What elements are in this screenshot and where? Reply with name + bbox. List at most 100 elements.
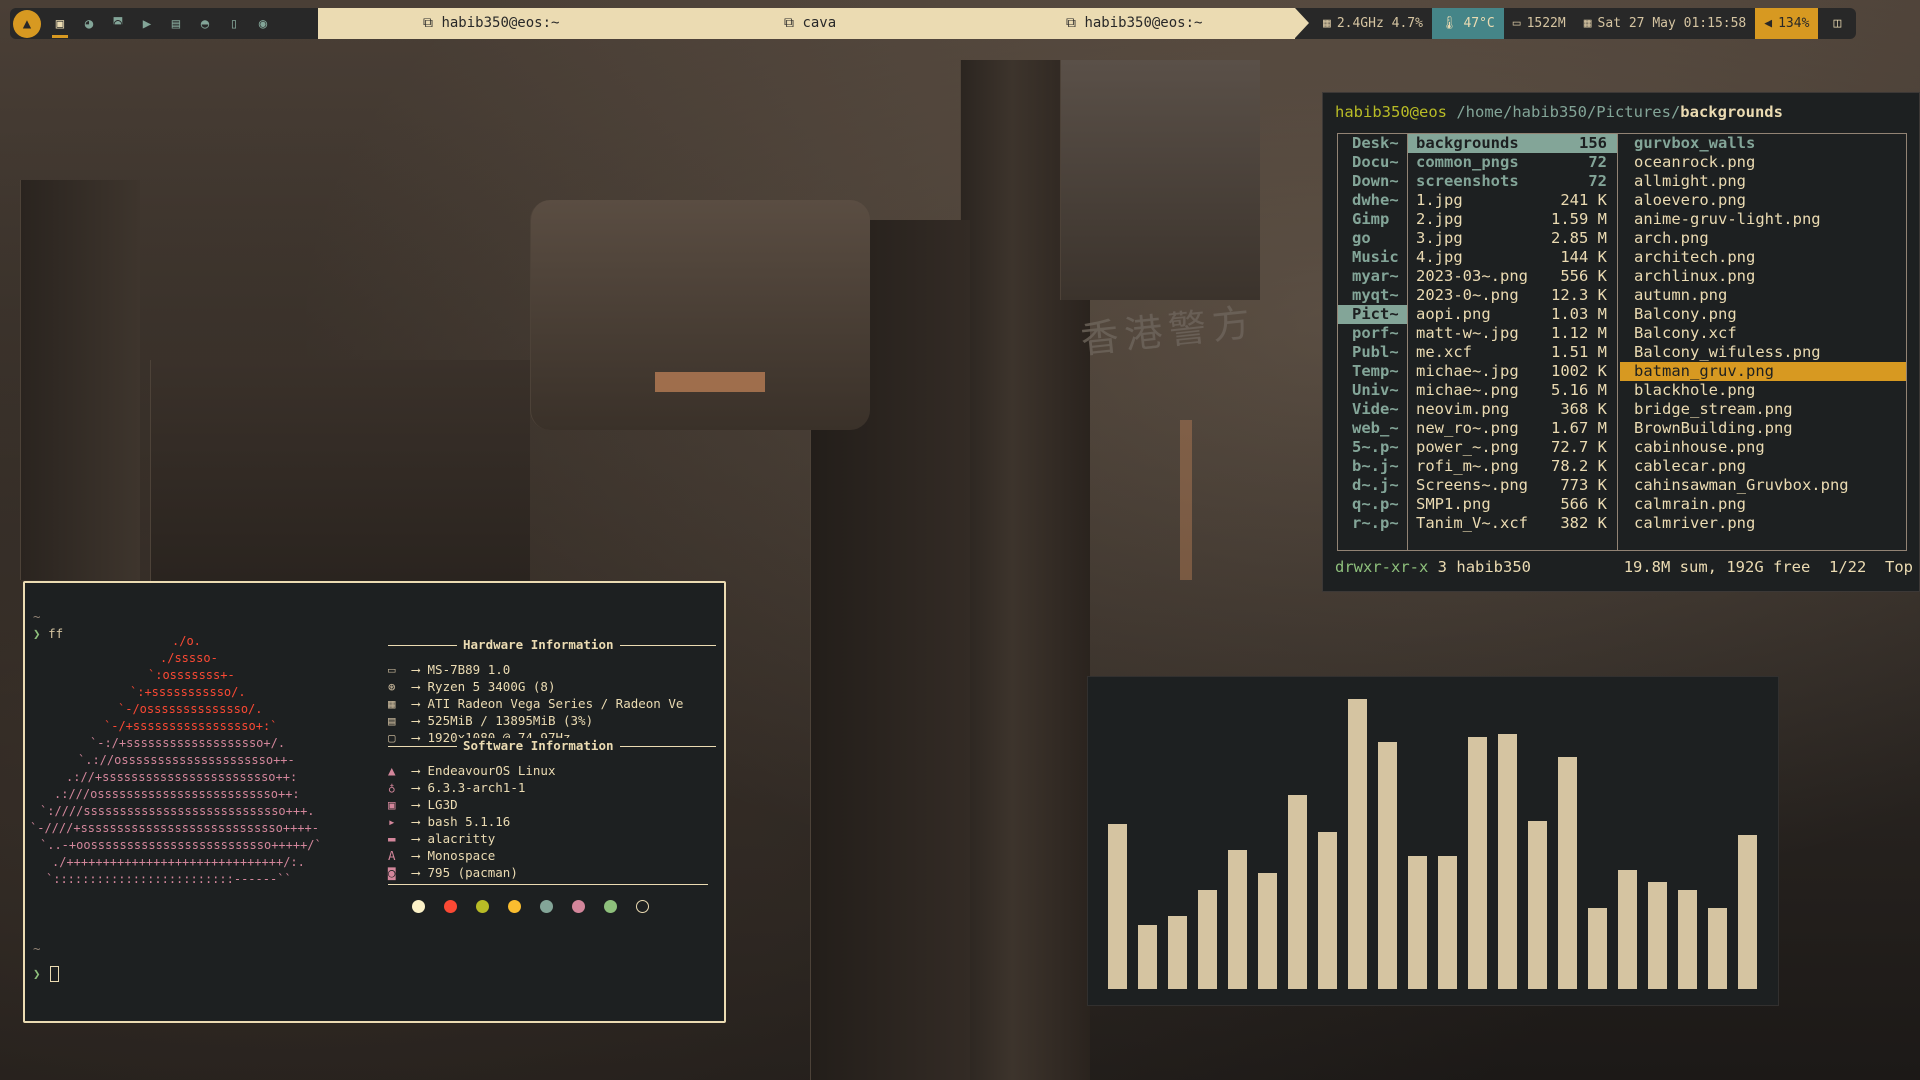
preview-entry[interactable]: BrownBuilding.png (1620, 419, 1906, 438)
status-right: 19.8M sum, 192G free 1/22 Top (1624, 558, 1913, 576)
audio-bar (1138, 925, 1157, 989)
parent-entry[interactable]: Down~ (1338, 172, 1407, 191)
preview-entry[interactable]: oceanrock.png (1620, 153, 1906, 172)
file-entry[interactable]: rofi_m~.png 78.2 K (1408, 457, 1617, 476)
file-entry[interactable]: screenshots 72 (1408, 172, 1617, 191)
file-entry[interactable]: aopi.png 1.03 M (1408, 305, 1617, 324)
preview-entry[interactable]: archlinux.png (1620, 267, 1906, 286)
parent-entry[interactable]: myar~ (1338, 267, 1407, 286)
preview-entry[interactable]: aloevero.png (1620, 191, 1906, 210)
parent-entry[interactable]: r~.p~ (1338, 514, 1407, 533)
display-manager-icon: ▣ (388, 797, 396, 812)
preview-entry[interactable]: batman_gruv.png (1620, 362, 1906, 381)
file-name: backgrounds (1416, 134, 1519, 152)
audio-bar (1288, 795, 1307, 989)
parent-entry[interactable]: Gimp (1338, 210, 1407, 229)
wallpaper-lights (1180, 420, 1192, 580)
parent-entry[interactable]: Pict~ (1338, 305, 1407, 324)
file-entry[interactable]: backgrounds 156 (1408, 134, 1617, 153)
parent-entry[interactable]: d~.j~ (1338, 476, 1407, 495)
parent-entry[interactable]: Publ~ (1338, 343, 1407, 362)
audio-bar (1528, 821, 1547, 989)
terminal-window[interactable]: ~ ❯ ff ./o. ./sssso- `:osssssss+- `:+ssssss… (23, 581, 726, 1023)
parent-entry[interactable]: Temp~ (1338, 362, 1407, 381)
file-manager-window[interactable]: habib350@eos /home/habib350/Pictures/bac… (1322, 92, 1920, 592)
file-entry[interactable]: 2023-0~.png 12.3 K (1408, 286, 1617, 305)
file-entry[interactable]: Screens~.png 773 K (1408, 476, 1617, 495)
layout-icon[interactable]: ◫ (1818, 8, 1857, 39)
parent-entry[interactable]: Univ~ (1338, 381, 1407, 400)
preview-entry[interactable]: cabinhouse.png (1620, 438, 1906, 457)
file-entry[interactable]: 2.jpg 1.59 M (1408, 210, 1617, 229)
preview-entry[interactable]: blackhole.png (1620, 381, 1906, 400)
parent-entry[interactable]: Docu~ (1338, 153, 1407, 172)
audio-bars (1108, 693, 1758, 989)
cava-visualizer-window[interactable] (1087, 676, 1779, 1006)
parent-entry[interactable]: b~.j~ (1338, 457, 1407, 476)
parent-entry[interactable]: myqt~ (1338, 286, 1407, 305)
window-tab-cava[interactable]: ⧉ cava (784, 15, 836, 31)
parent-entry[interactable]: dwhe~ (1338, 191, 1407, 210)
preview-entry[interactable]: Balcony.xcf (1620, 324, 1906, 343)
youtube-icon[interactable]: ▶ (137, 12, 157, 36)
terminal-icon[interactable]: ▣ (50, 12, 70, 38)
file-entry[interactable]: matt-w~.jpg 1.12 M (1408, 324, 1617, 343)
file-entry[interactable]: power_~.png 72.7 K (1408, 438, 1617, 457)
parent-entry[interactable]: web_~ (1338, 419, 1407, 438)
preview-entry[interactable]: gurvbox_walls (1620, 134, 1906, 153)
steam-icon[interactable]: ◉ (253, 12, 273, 36)
parent-entry[interactable]: go (1338, 229, 1407, 248)
preview-entry[interactable]: cahinsawman_Gruvbox.png (1620, 476, 1906, 495)
file-entry[interactable]: me.xcf 1.51 M (1408, 343, 1617, 362)
parent-entry[interactable]: Desk~ (1338, 134, 1407, 153)
file-entry[interactable]: 1.jpg 241 K (1408, 191, 1617, 210)
info-row: ⊛ ⟶ Ryzen 5 3400G (8) (388, 679, 555, 694)
preview-entry[interactable]: architech.png (1620, 248, 1906, 267)
cpu-module[interactable]: ▦ 2.4GHz 4.7% (1295, 8, 1432, 39)
file-entry[interactable]: 4.jpg 144 K (1408, 248, 1617, 267)
chat-icon[interactable]: ▤ (166, 12, 186, 36)
preview-entry[interactable]: cablecar.png (1620, 457, 1906, 476)
parent-entry[interactable]: q~.p~ (1338, 495, 1407, 514)
parent-entry[interactable]: 5~.p~ (1338, 438, 1407, 457)
clock-module[interactable]: ▦ Sat 27 May 01:15:58 (1574, 8, 1756, 39)
discord-icon[interactable]: ◚ (108, 12, 128, 36)
file-entry[interactable]: common_pngs 72 (1408, 153, 1617, 172)
temperature-value: 47°C (1463, 16, 1495, 31)
preview-entry[interactable]: calmriver.png (1620, 514, 1906, 533)
edge-icon[interactable]: ◓ (195, 12, 215, 36)
wallpaper-building (1060, 60, 1260, 300)
parent-entry[interactable]: Music (1338, 248, 1407, 267)
info-value: 6.3.3-arch1-1 (427, 780, 526, 795)
file-entry[interactable]: new_ro~.png 1.67 M (1408, 419, 1617, 438)
memory-module[interactable]: ▭ 1522M (1503, 8, 1575, 39)
window-icon: ⧉ (423, 15, 433, 31)
file-entry[interactable]: SMP1.png 566 K (1408, 495, 1617, 514)
window-tab-terminal-2[interactable]: ⧉ habib350@eos:~ (1066, 15, 1202, 31)
file-entry[interactable]: michae~.png 5.16 M (1408, 381, 1617, 400)
file-entry[interactable]: 3.jpg 2.85 M (1408, 229, 1617, 248)
file-entry[interactable]: 2023-03~.png 556 K (1408, 267, 1617, 286)
launcher-icon[interactable]: ▲ (13, 9, 41, 38)
file-entry[interactable]: neovim.png 368 K (1408, 400, 1617, 419)
file-entry[interactable]: michae~.jpg 1002 K (1408, 362, 1617, 381)
preview-entry[interactable]: autumn.png (1620, 286, 1906, 305)
parent-entry[interactable]: porf~ (1338, 324, 1407, 343)
memory-value: 1522M (1526, 16, 1566, 31)
preview-entry[interactable]: Balcony.png (1620, 305, 1906, 324)
window-tab-terminal-1[interactable]: ⧉ habib350@eos:~ (423, 15, 559, 31)
parent-entry[interactable]: Vide~ (1338, 400, 1407, 419)
preview-entry[interactable]: Balcony_wifuless.png (1620, 343, 1906, 362)
file-entry[interactable]: Tanim_V~.xcf 382 K (1408, 514, 1617, 533)
preview-entry[interactable]: arch.png (1620, 229, 1906, 248)
preview-entry[interactable]: calmrain.png (1620, 495, 1906, 514)
file-name: Tanim_V~.xcf (1416, 514, 1528, 532)
temperature-module[interactable]: 🌡︎ 47°C (1431, 8, 1504, 39)
info-value: MS-7B89 1.0 (427, 662, 511, 677)
preview-entry[interactable]: allmight.png (1620, 172, 1906, 191)
firefox-icon[interactable]: ◕ (79, 12, 99, 36)
preview-entry[interactable]: anime-gruv-light.png (1620, 210, 1906, 229)
volume-module[interactable]: ◀ 134% (1755, 8, 1819, 39)
book-icon[interactable]: ▯ (224, 12, 244, 36)
preview-entry[interactable]: bridge_stream.png (1620, 400, 1906, 419)
